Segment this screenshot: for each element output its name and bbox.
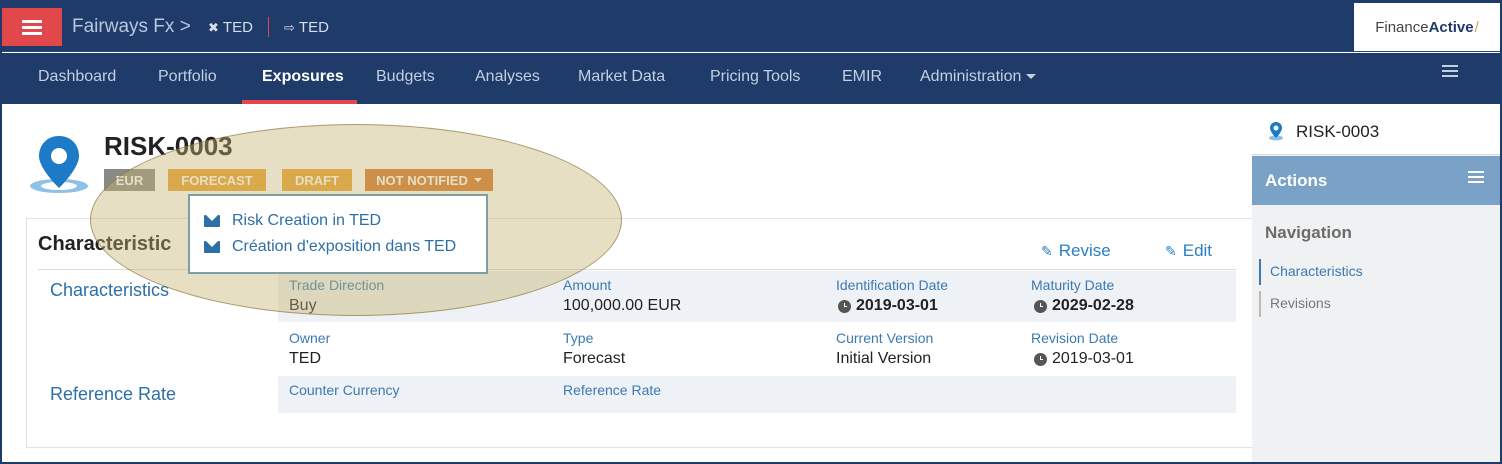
notification-status-dropdown[interactable]: NOT NOTIFIED <box>365 169 493 191</box>
nav-market-data[interactable]: Market Data <box>578 68 665 86</box>
field-label: Amount <box>563 277 612 293</box>
identification-date-value: 2019-03-01 <box>838 297 938 315</box>
owner-value: TED <box>289 350 321 367</box>
maturity-date-value: 2029-02-28 <box>1034 297 1134 315</box>
clock-icon <box>838 299 851 313</box>
dropdown-item-creation-exposition[interactable]: Création d'exposition dans TED <box>204 238 456 256</box>
caret-down-icon <box>1026 74 1037 80</box>
section-reference-rate[interactable]: Reference Rate <box>50 384 176 405</box>
panel-title: Characteristic <box>38 233 172 255</box>
chevron-right-icon: > <box>179 16 191 37</box>
field-label: Current Version <box>836 330 934 346</box>
top-bar: Fairways Fx > ✖ TED ⇨ TED Finance Active / <box>0 0 1502 52</box>
identification-date-text: 2019-03-01 <box>856 297 938 314</box>
breadcrumb-label: TED <box>222 19 253 36</box>
edit-icon: ✎ <box>1165 242 1177 259</box>
notification-dropdown-menu: Risk Creation in TED Création d'expositi… <box>188 194 488 274</box>
edit-label: Edit <box>1182 241 1213 260</box>
nav-administration[interactable]: Administration <box>920 68 1037 86</box>
nav-analyses[interactable]: Analyses <box>475 68 540 86</box>
field-label: Maturity Date <box>1031 277 1115 293</box>
app-title[interactable]: Fairways Fx > <box>72 16 191 38</box>
breadcrumb-close-ted[interactable]: ✖ TED <box>208 19 253 36</box>
envelope-icon <box>204 215 220 227</box>
financeactive-logo: Finance Active / <box>1354 3 1500 51</box>
close-icon: ✖ <box>208 19 219 35</box>
field-row <box>278 376 1236 413</box>
nav-exposures[interactable]: Exposures <box>262 68 344 86</box>
nav-emir[interactable]: EMIR <box>842 68 882 86</box>
logo-text-bold: Active <box>1428 18 1474 36</box>
actions-label: Actions <box>1265 171 1328 190</box>
hamburger-icon[interactable] <box>1442 70 1458 72</box>
envelope-icon <box>204 241 220 253</box>
sidebar-nav-characteristics[interactable]: Characteristics <box>1259 259 1363 285</box>
edit-button[interactable]: ✎ Edit <box>1165 241 1212 261</box>
nav-budgets[interactable]: Budgets <box>376 68 435 86</box>
sign-out-icon: ⇨ <box>284 19 295 35</box>
current-version-value: Initial Version <box>836 350 932 367</box>
breadcrumb-divider <box>268 17 269 37</box>
breadcrumb-signout-ted[interactable]: ⇨ TED <box>284 19 329 36</box>
field-label: Reference Rate <box>563 382 662 398</box>
active-tab-indicator <box>242 100 357 104</box>
edit-icon: ✎ <box>1041 242 1053 259</box>
revise-button[interactable]: ✎ Revise <box>1041 241 1111 261</box>
field-label: Revision Date <box>1031 330 1119 346</box>
draft-badge: DRAFT <box>282 169 352 191</box>
sidebar-risk-id: RISK-0003 <box>1296 122 1380 141</box>
logo-slash: / <box>1474 18 1479 36</box>
revise-label: Revise <box>1058 241 1111 260</box>
hamburger-icon <box>22 25 42 29</box>
notification-status-label: NOT NOTIFIED <box>376 172 468 188</box>
dropdown-item-label: Risk Creation in TED <box>232 212 382 229</box>
nav-pricing-tools[interactable]: Pricing Tools <box>710 68 800 86</box>
revision-date-value: 2019-03-01 <box>1034 350 1134 368</box>
main-navigation: Dashboard Portfolio Exposures Budgets An… <box>0 53 1502 104</box>
app-title-text: Fairways Fx <box>72 16 175 37</box>
dropdown-item-risk-creation[interactable]: Risk Creation in TED <box>204 212 381 230</box>
nav-administration-label: Administration <box>920 68 1022 85</box>
map-marker-icon <box>30 136 88 193</box>
revision-date-text: 2019-03-01 <box>1052 350 1134 367</box>
section-characteristics[interactable]: Characteristics <box>50 280 169 301</box>
field-label: Owner <box>289 330 331 346</box>
forecast-badge: FORECAST <box>168 169 266 191</box>
clock-icon <box>1034 352 1047 366</box>
maturity-date-text: 2029-02-28 <box>1052 297 1134 314</box>
nav-portfolio[interactable]: Portfolio <box>158 68 217 86</box>
page-title: RISK-0003 <box>104 131 233 161</box>
field-label: Type <box>563 330 594 346</box>
dropdown-item-label: Création d'exposition dans TED <box>232 238 457 255</box>
field-label: Counter Currency <box>289 382 400 398</box>
caret-down-icon <box>473 178 482 182</box>
nav-dashboard[interactable]: Dashboard <box>38 68 116 86</box>
type-value: Forecast <box>563 350 626 367</box>
map-marker-icon <box>1269 122 1283 141</box>
logo-text-regular: Finance <box>1375 18 1429 36</box>
sidebar-nav-revisions[interactable]: Revisions <box>1259 291 1331 317</box>
amount-value: 100,000.00 EUR <box>563 297 682 314</box>
trade-direction-value: Buy <box>289 297 317 314</box>
navigation-title: Navigation <box>1265 223 1352 242</box>
field-label: Trade Direction <box>289 277 385 293</box>
clock-icon <box>1034 299 1047 313</box>
currency-badge: EUR <box>104 169 155 191</box>
main-menu-button[interactable] <box>2 8 62 46</box>
field-label: Identification Date <box>836 277 949 293</box>
list-icon[interactable] <box>1468 171 1484 183</box>
breadcrumb-label: TED <box>298 19 329 36</box>
